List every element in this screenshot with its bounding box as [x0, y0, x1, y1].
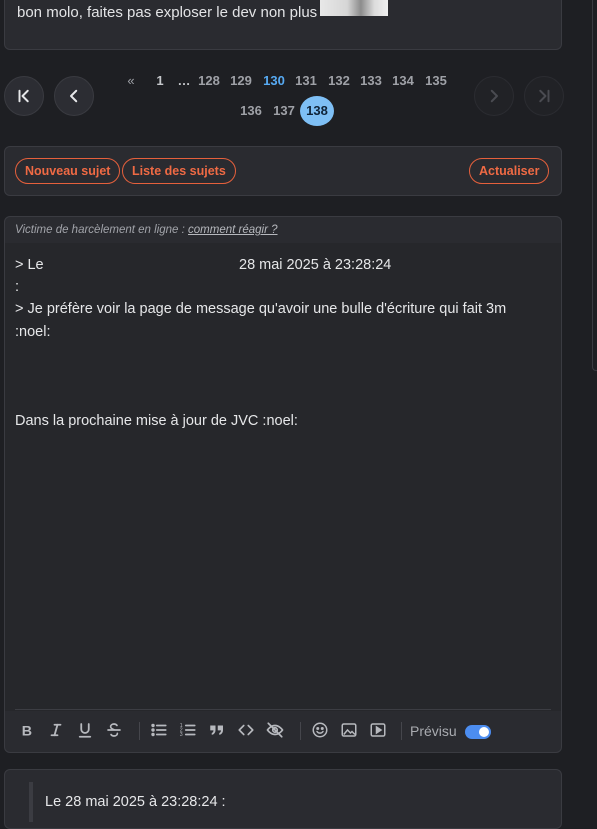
- chevron-left-icon: [70, 89, 78, 103]
- spoiler-button[interactable]: [265, 720, 285, 740]
- previous-post-card: bon molo, faites pas exploser le dev non…: [4, 0, 562, 50]
- toggle-knob: [479, 727, 489, 737]
- svg-text:3: 3: [180, 732, 183, 738]
- quote-preview-card: Le 28 mai 2025 à 23:28:24 :: [4, 769, 562, 829]
- pagination-page[interactable]: 129: [228, 73, 254, 88]
- editor-line: Dans la prochaine mise à jour de JVC :no…: [15, 413, 298, 429]
- sidebar-edge: [592, 0, 597, 371]
- editor-line: :noel:: [15, 324, 51, 340]
- first-page-icon: [18, 89, 29, 103]
- refresh-button[interactable]: Actualiser: [469, 158, 550, 184]
- next-page-button[interactable]: [474, 76, 514, 116]
- editor-line: :: [15, 279, 20, 295]
- quote-bar: [29, 782, 33, 822]
- pagination-prev-marker[interactable]: «: [124, 73, 138, 88]
- harassment-notice: Victime de harcèlement en ligne : commen…: [15, 224, 278, 236]
- underline-icon: [78, 723, 92, 738]
- pagination-page[interactable]: 133: [358, 73, 384, 88]
- image-icon: [341, 723, 357, 737]
- numbered-list-icon: 123: [180, 723, 196, 738]
- code-button[interactable]: [236, 720, 256, 740]
- notice-link[interactable]: comment réagir ?: [188, 224, 277, 236]
- previous-page-button[interactable]: [54, 76, 94, 116]
- image-button[interactable]: [339, 720, 359, 740]
- pagination-page[interactable]: 134: [390, 73, 416, 88]
- pagination-page[interactable]: 128: [196, 73, 222, 88]
- topic-list-button[interactable]: Liste des sujets: [122, 158, 236, 184]
- pagination-current-page[interactable]: 138: [300, 96, 334, 126]
- code-icon: [238, 724, 254, 736]
- emoji-icon: [312, 722, 328, 738]
- bullet-list-button[interactable]: [149, 720, 169, 740]
- strikethrough-button[interactable]: [104, 720, 124, 740]
- spoiler-icon: [266, 722, 284, 738]
- strikethrough-icon: [107, 723, 121, 737]
- pagination-page-highlighted[interactable]: 130: [261, 73, 287, 88]
- editor-line: 28 mai 2025 à 23:28:24: [239, 257, 392, 273]
- preview-toggle[interactable]: [465, 725, 491, 739]
- topic-actions-bar: Nouveau sujet Liste des sujets Actualise…: [4, 146, 562, 196]
- pagination-page[interactable]: 131: [293, 73, 319, 88]
- editor-line: > Le: [15, 257, 44, 273]
- pagination-page[interactable]: 137: [271, 103, 297, 118]
- video-button[interactable]: [368, 720, 388, 740]
- chevron-right-icon: [490, 89, 498, 103]
- toolbar-separator: [300, 722, 301, 740]
- preview-label: Prévisu: [410, 723, 457, 739]
- editor-line: > Je préfère voir la page de message qu'…: [15, 301, 507, 317]
- italic-button[interactable]: [46, 720, 66, 740]
- pagination-page[interactable]: 136: [238, 103, 264, 118]
- last-page-button[interactable]: [524, 76, 564, 116]
- quote-button[interactable]: [207, 720, 227, 740]
- italic-icon: [50, 723, 62, 737]
- pagination-page[interactable]: 132: [326, 73, 352, 88]
- pagination-ellipsis: …: [177, 73, 191, 88]
- post-image-thumbnail[interactable]: [320, 0, 388, 16]
- quote-icon: [210, 725, 223, 735]
- bold-button[interactable]: B: [17, 720, 37, 740]
- reply-editor: Victime de harcèlement en ligne : commen…: [4, 216, 562, 753]
- emoji-button[interactable]: [310, 720, 330, 740]
- pagination-page-1[interactable]: 1: [153, 73, 167, 88]
- toolbar-separator: [139, 722, 140, 740]
- post-text: bon molo, faites pas exploser le dev non…: [17, 4, 318, 21]
- bold-icon: B: [22, 723, 32, 739]
- toolbar-separator: [401, 722, 402, 740]
- last-page-icon: [539, 89, 550, 103]
- numbered-list-button[interactable]: 123: [178, 720, 198, 740]
- notice-prefix: Victime de harcèlement en ligne :: [15, 224, 185, 236]
- underline-button[interactable]: [75, 720, 95, 740]
- svg-text:B: B: [22, 723, 32, 739]
- bullet-list-icon: [151, 723, 167, 737]
- message-textarea[interactable]: > Le 28 mai 2025 à 23:28:24 : > Je préfè…: [5, 243, 561, 711]
- pagination-page[interactable]: 135: [423, 73, 449, 88]
- video-icon: [370, 723, 386, 737]
- new-topic-button[interactable]: Nouveau sujet: [15, 158, 121, 184]
- first-page-button[interactable]: [4, 76, 44, 116]
- toolbar-divider: [15, 709, 551, 710]
